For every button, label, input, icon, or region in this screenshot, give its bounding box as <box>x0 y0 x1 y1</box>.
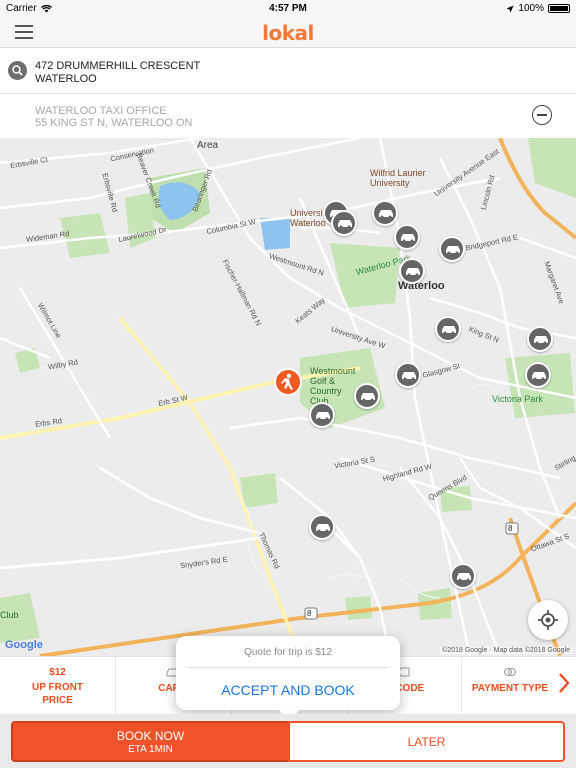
book-now-button[interactable]: BOOK NOW ETA 1MIN <box>11 721 288 762</box>
cash-icon <box>504 668 516 676</box>
google-logo: Google <box>5 639 43 651</box>
popup-divider <box>188 667 388 668</box>
later-button[interactable]: LATER <box>288 721 565 762</box>
eta-label: ETA 1MIN <box>128 744 173 755</box>
car-marker[interactable] <box>395 362 421 388</box>
clock: 4:57 PM <box>269 3 307 14</box>
dropoff-line1: WATERLOO TAXI OFFICE <box>35 105 167 117</box>
car-marker[interactable] <box>435 316 461 342</box>
search-icon[interactable] <box>8 61 27 80</box>
later-label: LATER <box>407 735 446 749</box>
battery-percent: 100% <box>518 3 544 14</box>
pickup-line2: WATERLOO <box>35 73 97 85</box>
location-arrow-icon <box>506 5 514 12</box>
my-location-button[interactable] <box>528 600 568 640</box>
price-label-1: UP FRONT <box>32 682 83 693</box>
payment-type-label: PAYMENT TYPE <box>471 683 549 694</box>
pickup-address[interactable]: 472 DRUMMERHILL CRESCENT WATERLOO <box>0 48 576 94</box>
bottom-bar: BOOK NOW ETA 1MIN LATER <box>0 714 576 768</box>
car-marker[interactable] <box>354 383 380 409</box>
status-right: 100% <box>506 3 570 14</box>
map-label-golf: Westmount Golf & Country Club <box>310 366 356 406</box>
map-label-road-8a: 8 <box>508 524 513 533</box>
map-label-road-8b: 8 <box>307 609 312 618</box>
chevron-right-icon[interactable] <box>557 671 571 695</box>
map-view[interactable]: Area Conservation Erbsville Ct Erbsville… <box>0 138 576 656</box>
car-marker[interactable] <box>394 224 420 250</box>
car-marker[interactable] <box>525 362 551 388</box>
quote-text: Quote for trip is $12 <box>244 647 332 658</box>
remove-destination-button[interactable] <box>532 105 552 125</box>
map-label-area: Area <box>197 140 219 151</box>
car-marker[interactable] <box>450 563 476 589</box>
app-logo: lokal <box>262 21 314 45</box>
payment-type-option[interactable]: PAYMENT TYPE <box>462 657 558 715</box>
car-marker[interactable] <box>331 210 357 236</box>
battery-icon <box>548 4 570 13</box>
status-bar: Carrier 4:57 PM 100% <box>0 0 576 18</box>
map-label-wilfrid: Wilfrid Laurier University <box>370 168 426 188</box>
map-copyright: ©2018 Google · Map data ©2018 Google <box>440 647 572 654</box>
crosshair-icon <box>538 610 558 630</box>
pickup-line1: 472 DRUMMERHILL CRESCENT <box>35 60 201 72</box>
car-marker[interactable] <box>309 402 335 428</box>
map-label-victoria-park: Victoria Park <box>492 394 543 404</box>
user-location-pin <box>274 368 302 396</box>
price-label-2: PRICE <box>42 695 73 706</box>
quote-popup: Quote for trip is $12 ACCEPT AND BOOK <box>176 636 400 710</box>
price-option[interactable]: $12 UP FRONT PRICE <box>0 657 116 715</box>
car-marker[interactable] <box>527 326 553 352</box>
car-marker[interactable] <box>439 236 465 262</box>
car-marker[interactable] <box>399 258 425 284</box>
dropoff-line2: 55 KING ST N, WATERLOO ON <box>35 117 193 129</box>
book-now-label: BOOK NOW <box>116 729 185 743</box>
nav-bar: lokal <box>0 18 576 48</box>
dropoff-address[interactable]: WATERLOO TAXI OFFICE 55 KING ST N, WATER… <box>0 94 576 138</box>
car-marker[interactable] <box>309 514 335 540</box>
map-label-club: Club <box>0 610 19 620</box>
car-marker[interactable] <box>372 200 398 226</box>
price-value: $12 <box>49 667 66 678</box>
accept-and-book-button[interactable]: ACCEPT AND BOOK <box>176 682 400 698</box>
